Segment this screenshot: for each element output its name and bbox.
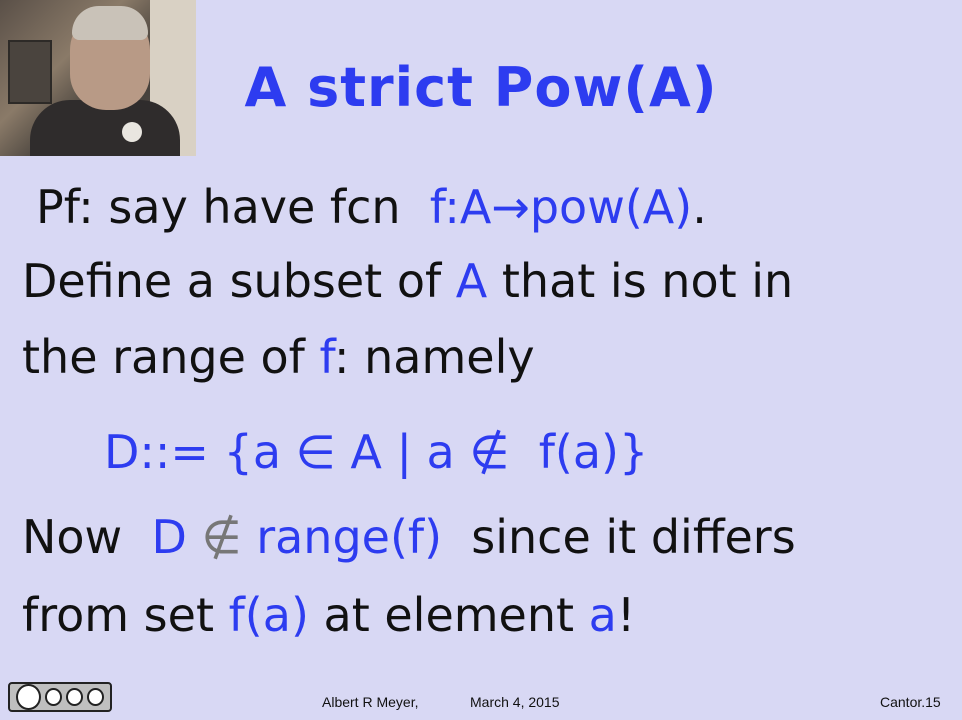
slide-title: A strict Pow(A) [244, 56, 718, 119]
footer-slide-id: Cantor.15 [880, 694, 941, 710]
by-icon [44, 688, 62, 706]
definition-right: f(a)} [538, 425, 649, 479]
text-namely: : namely [334, 330, 535, 384]
not-in-symbol-2: ∉ [201, 510, 242, 564]
line-definition: D::= {a ∈ A | a ∉ f(a)} [104, 425, 648, 479]
line-conclusion: Now D ∉ range(f) since it differs [22, 510, 796, 564]
element-a: a [588, 588, 617, 642]
text-from-set: from set [22, 588, 214, 642]
webcam-badge [122, 122, 142, 142]
set-a: A [455, 254, 488, 308]
line-element: from set f(a) at element a! [22, 588, 635, 642]
cc-icon [16, 684, 41, 710]
text-not-in: that is not in [501, 254, 794, 308]
creative-commons-badge [8, 682, 112, 712]
period: . [692, 180, 707, 234]
line-range: the range of f: namely [22, 330, 535, 384]
definition-left: D::= {a ∈ A | a [104, 425, 455, 479]
line-define: Define a subset of A that is not in [22, 254, 793, 308]
sa-icon [86, 688, 104, 706]
text-now: Now [22, 510, 123, 564]
not-in-symbol: ∉ [469, 425, 510, 479]
proof-prefix: Pf: say have fcn [36, 180, 401, 234]
line-proof-start: Pf: say have fcn f:A→pow(A). [36, 180, 707, 234]
text-at-element: at element [323, 588, 575, 642]
set-d: D [151, 510, 187, 564]
text-define: Define a subset of [22, 254, 442, 308]
range-f: range(f) [256, 510, 443, 564]
function-signature: f:A→pow(A) [429, 180, 693, 234]
webcam-presenter-hair [72, 6, 148, 40]
text-range-of: the range of [22, 330, 305, 384]
footer-author: Albert R Meyer, [322, 694, 419, 710]
text-since: since it differs [471, 510, 796, 564]
exclamation: ! [616, 588, 636, 642]
function-f: f [319, 330, 335, 384]
nc-icon [65, 688, 83, 706]
set-fa: f(a) [228, 588, 309, 642]
footer-date: March 4, 2015 [470, 694, 560, 710]
